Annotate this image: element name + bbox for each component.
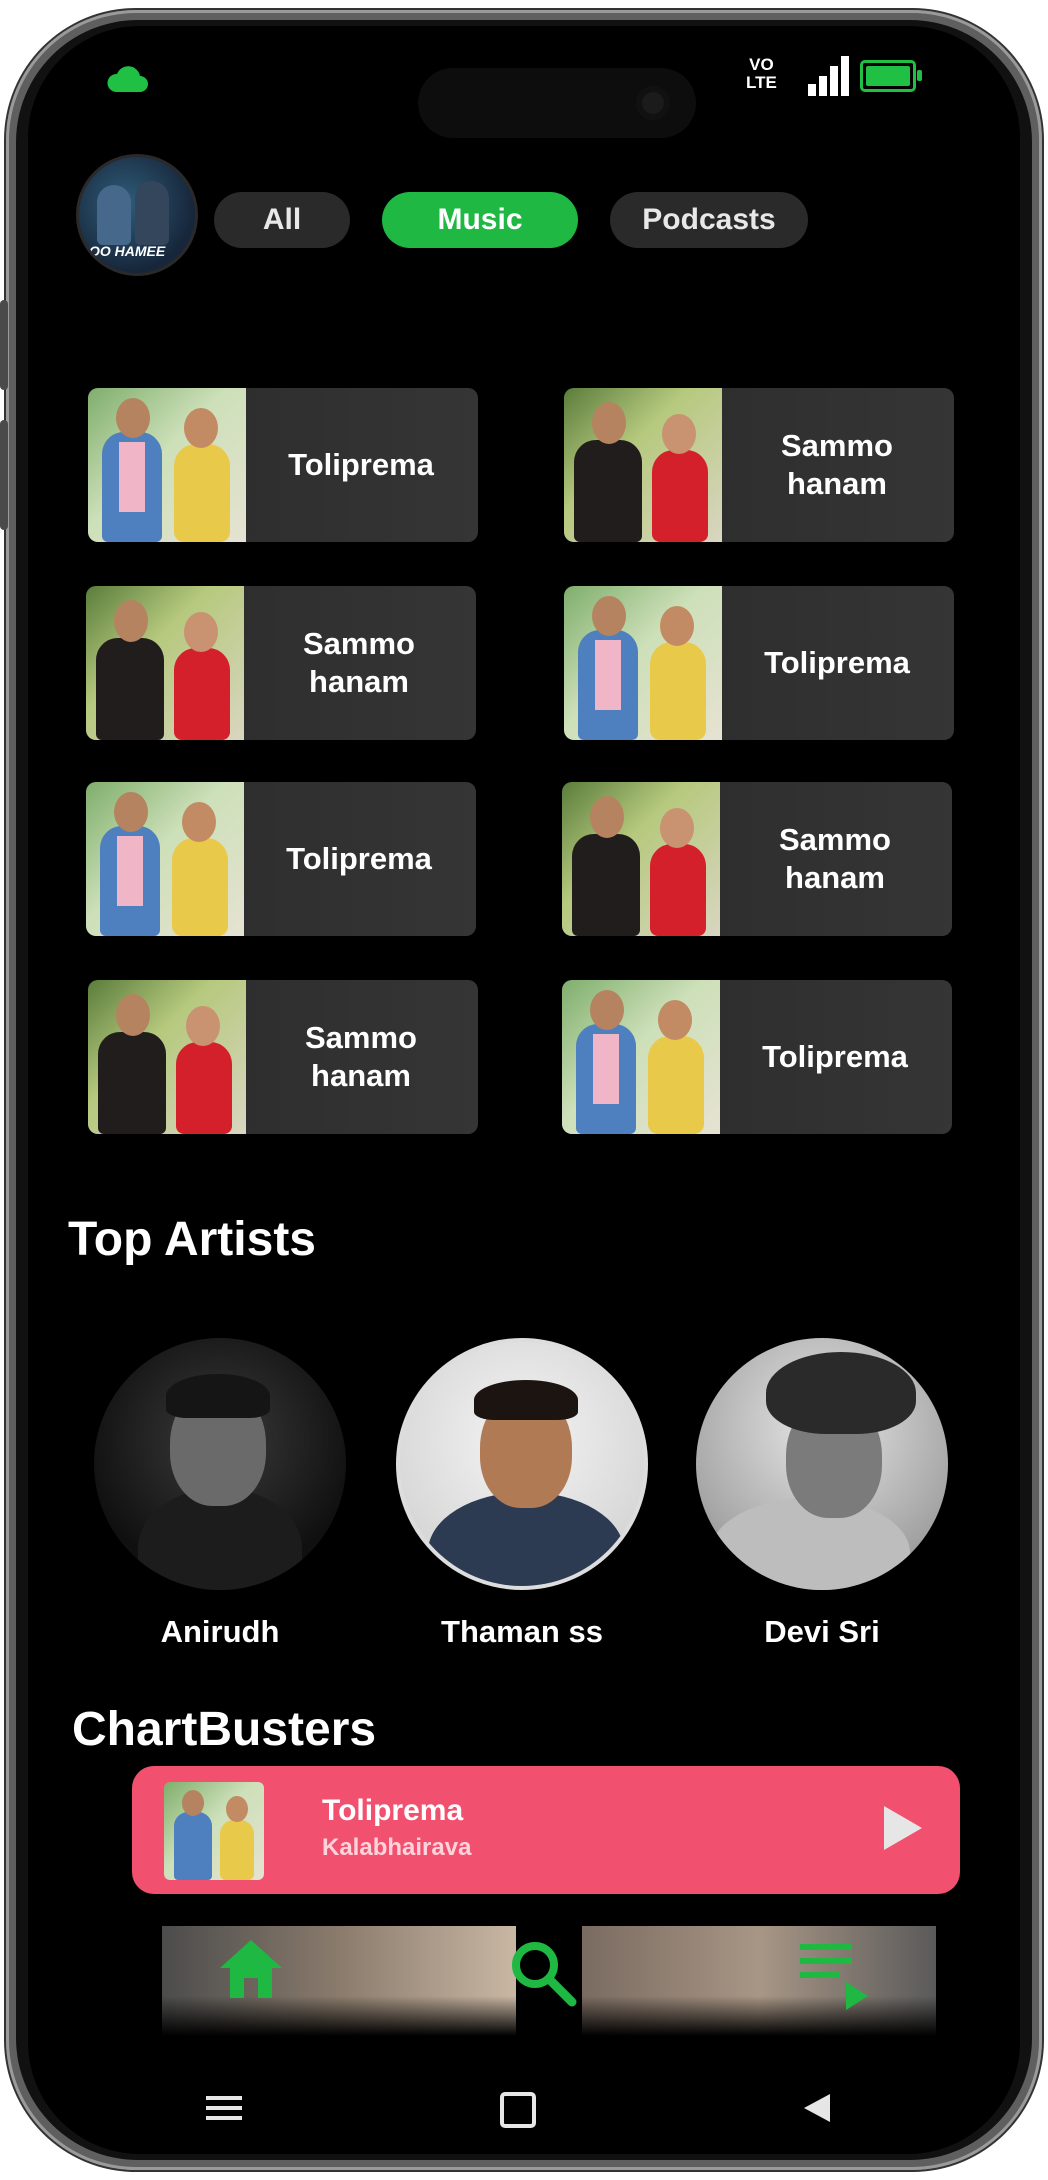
quick-pick-tile[interactable]: Toliprema	[564, 586, 954, 740]
quick-pick-tile[interactable]: Toliprema	[86, 782, 476, 936]
filter-chip-all[interactable]: All	[214, 192, 350, 248]
filter-chip-podcasts[interactable]: Podcasts	[610, 192, 808, 248]
home-square-icon[interactable]	[498, 2090, 538, 2130]
quick-pick-label: Sammo hanam	[303, 626, 415, 699]
queue-music-icon[interactable]	[798, 1938, 870, 2014]
menu-icon[interactable]	[204, 2090, 244, 2126]
now-playing-artist: Kalabhairava	[322, 1834, 472, 1861]
artist-photo[interactable]	[94, 1338, 346, 1590]
quick-pick-tile[interactable]: Toliprema	[88, 388, 478, 542]
now-playing-art	[164, 1782, 264, 1880]
quick-pick-label: Toliprema	[288, 447, 434, 482]
album-art	[86, 586, 244, 740]
quick-pick-tile[interactable]: Sammo hanam	[564, 388, 954, 542]
cloud-icon	[107, 66, 148, 92]
artist-name: Anirudh	[160, 1614, 280, 1649]
album-art	[86, 782, 244, 936]
search-icon[interactable]	[508, 1938, 578, 2008]
back-icon[interactable]	[800, 2090, 834, 2126]
bottom-tab-bar	[162, 1926, 936, 2036]
quick-pick-label: Toliprema	[286, 841, 432, 876]
album-art	[564, 586, 722, 740]
album-art	[562, 782, 720, 936]
quick-pick-tile[interactable]: Sammo hanam	[86, 586, 476, 740]
play-icon[interactable]	[884, 1806, 922, 1850]
home-icon[interactable]	[218, 1938, 284, 2000]
avatar-caption: OO HAMEE	[89, 243, 166, 259]
battery-icon	[860, 60, 922, 92]
camera-icon	[636, 86, 670, 120]
profile-avatar[interactable]: OO HAMEE	[76, 154, 198, 276]
phone-side-button	[0, 420, 8, 530]
section-title-top-artists: Top Artists	[68, 1213, 316, 1266]
quick-pick-label: Toliprema	[762, 1039, 908, 1074]
album-art	[88, 388, 246, 542]
now-playing-title: Toliprema	[322, 1794, 464, 1827]
quick-pick-tile[interactable]: Toliprema	[562, 980, 952, 1134]
album-art	[88, 980, 246, 1134]
artist-photo[interactable]	[696, 1338, 948, 1590]
phone-side-button	[0, 300, 8, 390]
quick-pick-tile[interactable]: Sammo hanam	[562, 782, 952, 936]
quick-pick-label: Sammo hanam	[305, 1020, 417, 1093]
album-art	[564, 388, 722, 542]
artist-name: Devi Sri	[764, 1614, 880, 1649]
now-playing-bar[interactable]: Toliprema Kalabhairava	[132, 1766, 960, 1894]
filter-chip-music[interactable]: Music	[382, 192, 578, 248]
artist-photo[interactable]	[396, 1338, 648, 1590]
quick-pick-label: Sammo hanam	[779, 822, 891, 895]
app-screen: VO LTE OO HAMEE All Music Podcasts Tolip…	[28, 26, 1020, 2154]
network-type-label: VO LTE	[746, 55, 777, 92]
signal-icon	[808, 56, 849, 96]
section-title-chartbusters: ChartBusters	[72, 1703, 377, 1756]
camera-notch	[418, 68, 696, 138]
quick-pick-tile[interactable]: Sammo hanam	[88, 980, 478, 1134]
quick-pick-label: Toliprema	[764, 645, 910, 680]
quick-pick-label: Sammo hanam	[781, 428, 893, 501]
artist-name: Thaman ss	[441, 1614, 603, 1649]
album-art	[562, 980, 720, 1134]
